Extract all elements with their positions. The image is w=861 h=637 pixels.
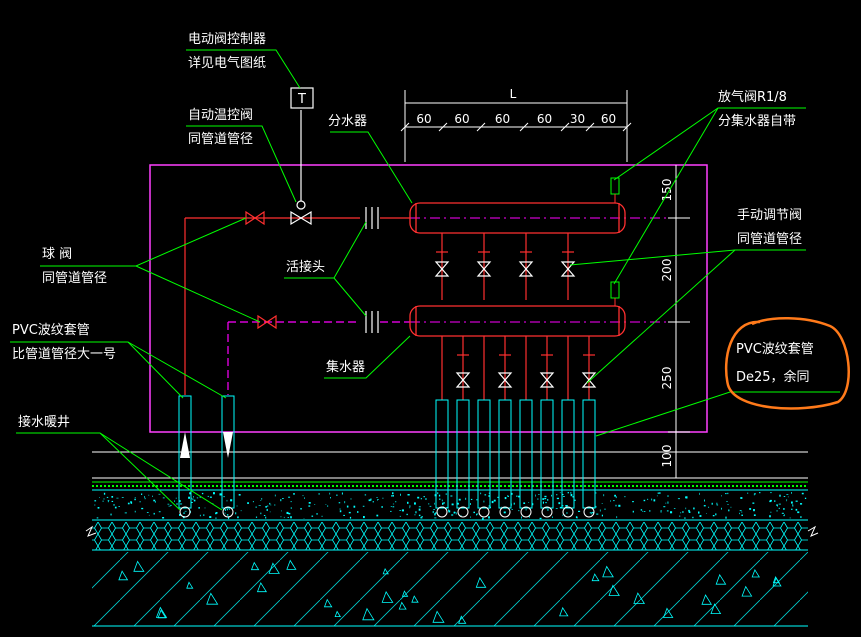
break-mark-right	[807, 525, 819, 537]
pvc-sleeve	[561, 399, 575, 509]
label-pvc-sleeve-left: PVC波纹套管	[12, 322, 90, 338]
label-bigger-size: 比管道管径大一号	[12, 347, 116, 362]
pvc-sleeve	[435, 399, 449, 509]
label-same-pipe-dia-2: 同管道管径	[737, 232, 802, 247]
dim-100: 100	[660, 445, 674, 468]
label-union: 活接头	[286, 259, 325, 275]
floor-structure	[85, 451, 819, 627]
label-same-pipe-dia-3: 同管道管径	[42, 271, 107, 286]
union-return	[365, 311, 379, 333]
label-motor-valve-controller: 电动阀控制器	[188, 32, 266, 47]
cad-drawing: T L 60 60 60 60 30 60 150 200 250 100 电动…	[0, 0, 861, 637]
collector-body	[409, 305, 626, 337]
pvc-sleeve	[519, 399, 533, 509]
label-ball-valve: 球 阀	[42, 247, 72, 262]
dim-150: 150	[660, 179, 674, 202]
dim-segment-label: 60	[601, 112, 616, 126]
dim-segment-label: 30	[570, 112, 585, 126]
manifold-cabinet	[149, 164, 708, 433]
controller-box-symbol: T	[297, 92, 306, 107]
label-distributor: 分水器	[328, 114, 367, 129]
ball-valve-return	[257, 314, 277, 330]
dimension-right	[668, 165, 690, 479]
label-drain-well: 接水暖井	[18, 414, 70, 430]
label-same-pipe-dia-1: 同管道管径	[188, 132, 253, 147]
auto-temp-valve	[290, 110, 312, 226]
label-manual-valve: 手动调节阀	[737, 208, 802, 223]
concrete-slab	[92, 552, 808, 626]
label-see-electrical: 详见电气图纸	[188, 55, 266, 71]
label-pvc-sleeve-right: PVC波纹套管	[736, 341, 814, 357]
label-de25: De25，余同	[736, 369, 810, 385]
dim-200: 200	[660, 259, 674, 282]
dim-250: 250	[660, 367, 674, 390]
dimension-segments: 60 60 60 60 30 60	[400, 112, 632, 132]
highlight-circle	[724, 317, 850, 410]
insulation-layer	[92, 522, 808, 550]
return-down-arrow	[223, 432, 233, 458]
supply-up-arrow	[180, 432, 190, 458]
air-vent-top	[610, 177, 620, 203]
dim-segment-label: 60	[454, 112, 469, 126]
label-air-vent: 放气阀R1/8	[718, 89, 787, 105]
pvc-sleeve	[498, 399, 512, 509]
pvc-sleeve	[456, 399, 470, 509]
return-main	[227, 321, 410, 395]
pvc-sleeve	[477, 399, 491, 509]
dim-segment-label: 60	[537, 112, 552, 126]
drawing-canvas: T L 60 60 60 60 30 60 150 200 250 100 电动…	[10, 32, 850, 627]
union-supply	[365, 207, 379, 229]
dim-segment-label: 60	[416, 112, 431, 126]
label-auto-temp-valve: 自动温控阀	[188, 108, 253, 123]
dim-overall-L: L	[510, 87, 517, 101]
pvc-sleeve	[582, 399, 596, 509]
label-manifold-included: 分集水器自带	[718, 113, 796, 129]
distributor-branches	[434, 233, 576, 300]
pvc-sleeve	[540, 399, 554, 509]
dim-segment-label: 60	[495, 112, 510, 126]
air-vent-bottom	[610, 281, 620, 306]
label-collector: 集水器	[326, 359, 365, 375]
